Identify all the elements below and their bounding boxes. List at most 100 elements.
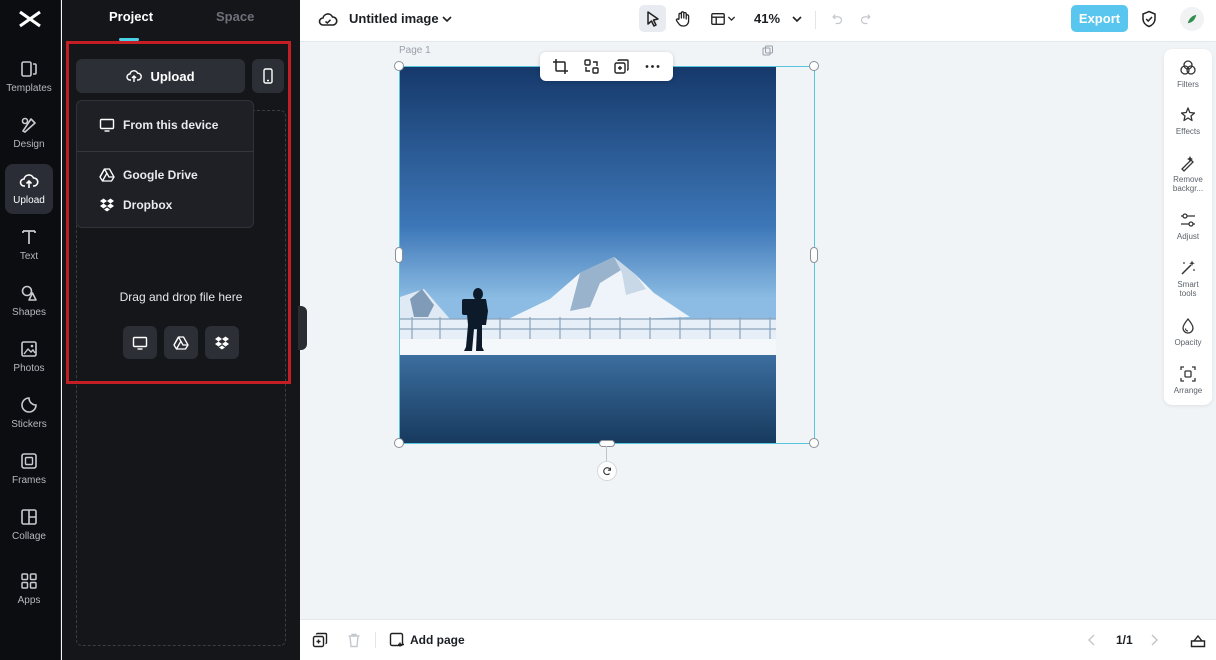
bottom-divider (375, 632, 376, 648)
upload-panel: Project Space Upload From this device Go… (62, 0, 300, 660)
rail-item-apps[interactable]: Apps (5, 564, 53, 614)
undo-icon (832, 14, 843, 25)
more-options-icon[interactable] (644, 58, 661, 75)
collage-icon (21, 509, 37, 525)
photos-icon (21, 341, 37, 357)
document-title[interactable]: Untitled image (349, 11, 439, 26)
rail-label: Stickers (11, 419, 47, 430)
tool-effects[interactable]: Effects (1164, 106, 1212, 136)
rail-label: Templates (6, 83, 52, 94)
rotate-handle[interactable] (597, 461, 617, 481)
hand-icon (675, 10, 689, 27)
shapes-icon (21, 285, 37, 301)
cloud-sync-icon[interactable] (318, 10, 338, 30)
rail-label: Collage (12, 531, 46, 542)
rail-item-templates[interactable]: Templates (5, 52, 53, 102)
tool-label: Filters (1177, 80, 1199, 89)
resize-handle-bottom-right[interactable] (809, 438, 819, 448)
frames-icon (21, 453, 37, 469)
redo-button[interactable] (853, 5, 880, 32)
rail-label: Design (13, 139, 45, 150)
adjust-sliders-icon (1181, 213, 1195, 227)
tool-opacity[interactable]: Opacity (1164, 317, 1212, 347)
rail-item-photos[interactable]: Photos (5, 332, 53, 382)
duplicate-icon[interactable] (613, 58, 630, 75)
tool-label: Adjust (1176, 232, 1200, 241)
rail-item-upload[interactable]: Upload (5, 164, 53, 214)
remove-background-icon (1181, 156, 1194, 172)
tool-smart-tools[interactable]: Smart tools (1164, 259, 1212, 298)
image-floating-toolbar (540, 52, 673, 81)
select-tool-button[interactable] (639, 5, 666, 32)
resize-handle-top-left[interactable] (394, 61, 404, 71)
toolbar-divider (815, 11, 816, 29)
add-page-icon (389, 632, 404, 647)
right-tools-panel: Filters Effects Remove backgr... Adjust … (1164, 49, 1212, 405)
top-bar: Untitled image 41% Export (300, 0, 1216, 42)
rail-item-design[interactable]: Design (5, 108, 53, 158)
text-icon (22, 230, 36, 244)
add-page-label: Add page (410, 633, 465, 647)
rail-label: Shapes (12, 307, 46, 318)
rail-item-collage[interactable]: Collage (5, 500, 53, 550)
undo-button[interactable] (823, 5, 850, 32)
crop-icon[interactable] (552, 58, 569, 75)
upload-cloud-icon (19, 174, 39, 188)
tool-filters[interactable]: Filters (1164, 59, 1212, 89)
bottom-bar: Add page 1/1 (300, 619, 1216, 660)
resize-handle-left[interactable] (395, 247, 403, 263)
chevron-down-icon[interactable] (790, 12, 804, 26)
effects-icon (1180, 107, 1196, 122)
filters-icon (1180, 60, 1196, 75)
tab-space[interactable]: Space (216, 9, 254, 24)
copy-page-icon[interactable] (762, 45, 774, 57)
add-page-button[interactable]: Add page (389, 632, 465, 648)
left-rail: Templates Design Upload Text Shapes Phot… (0, 0, 61, 660)
shield-icon[interactable] (1140, 10, 1158, 28)
avatar[interactable] (1180, 7, 1204, 31)
chevron-down-icon[interactable] (440, 12, 454, 26)
zoom-level[interactable]: 41% (754, 11, 780, 26)
resize-handle-bottom-left[interactable] (394, 438, 404, 448)
tool-label: Arrange (1173, 386, 1203, 395)
rail-label: Photos (13, 363, 45, 374)
panel-collapse-handle[interactable] (298, 306, 307, 350)
rail-item-text[interactable]: Text (5, 220, 53, 270)
rail-label: Upload (13, 195, 45, 206)
rail-item-frames[interactable]: Frames (5, 444, 53, 494)
rail-label: Apps (17, 595, 41, 606)
templates-icon (21, 61, 37, 77)
rail-item-shapes[interactable]: Shapes (5, 276, 53, 326)
tool-label: Opacity (1174, 338, 1202, 347)
tab-project[interactable]: Project (109, 9, 153, 24)
rail-item-stickers[interactable]: Stickers (5, 388, 53, 438)
rotate-stem (606, 446, 607, 461)
trash-icon[interactable] (346, 632, 362, 648)
replace-image-icon[interactable] (583, 58, 600, 75)
chevron-right-icon[interactable] (1146, 632, 1162, 648)
tool-label: Smart tools (1177, 280, 1199, 298)
leaf-avatar-icon (1187, 14, 1197, 24)
tool-label: Remove backgr... (1172, 175, 1204, 193)
tool-label: Effects (1175, 127, 1201, 136)
hand-tool-button[interactable] (669, 5, 696, 32)
cursor-pointer-icon (646, 10, 659, 27)
layout-icon (710, 12, 725, 25)
tool-remove-background[interactable]: Remove backgr... (1164, 154, 1212, 193)
stickers-icon (21, 397, 37, 413)
tool-arrange[interactable]: Arrange (1164, 365, 1212, 395)
opacity-drop-icon (1182, 317, 1194, 334)
highlight-box (66, 41, 291, 384)
duplicate-page-icon[interactable] (312, 632, 328, 648)
resize-handle-bottom[interactable] (599, 440, 615, 447)
arrange-icon (1180, 366, 1196, 382)
export-button[interactable]: Export (1071, 5, 1128, 32)
layout-size-button[interactable] (705, 5, 741, 32)
redo-icon (860, 14, 871, 25)
resize-handle-top-right[interactable] (809, 61, 819, 71)
layers-panel-icon[interactable] (1190, 632, 1206, 648)
resize-handle-right[interactable] (810, 247, 818, 263)
chevron-left-icon[interactable] (1084, 632, 1100, 648)
capcut-logo-icon[interactable] (17, 8, 43, 30)
tool-adjust[interactable]: Adjust (1164, 211, 1212, 241)
